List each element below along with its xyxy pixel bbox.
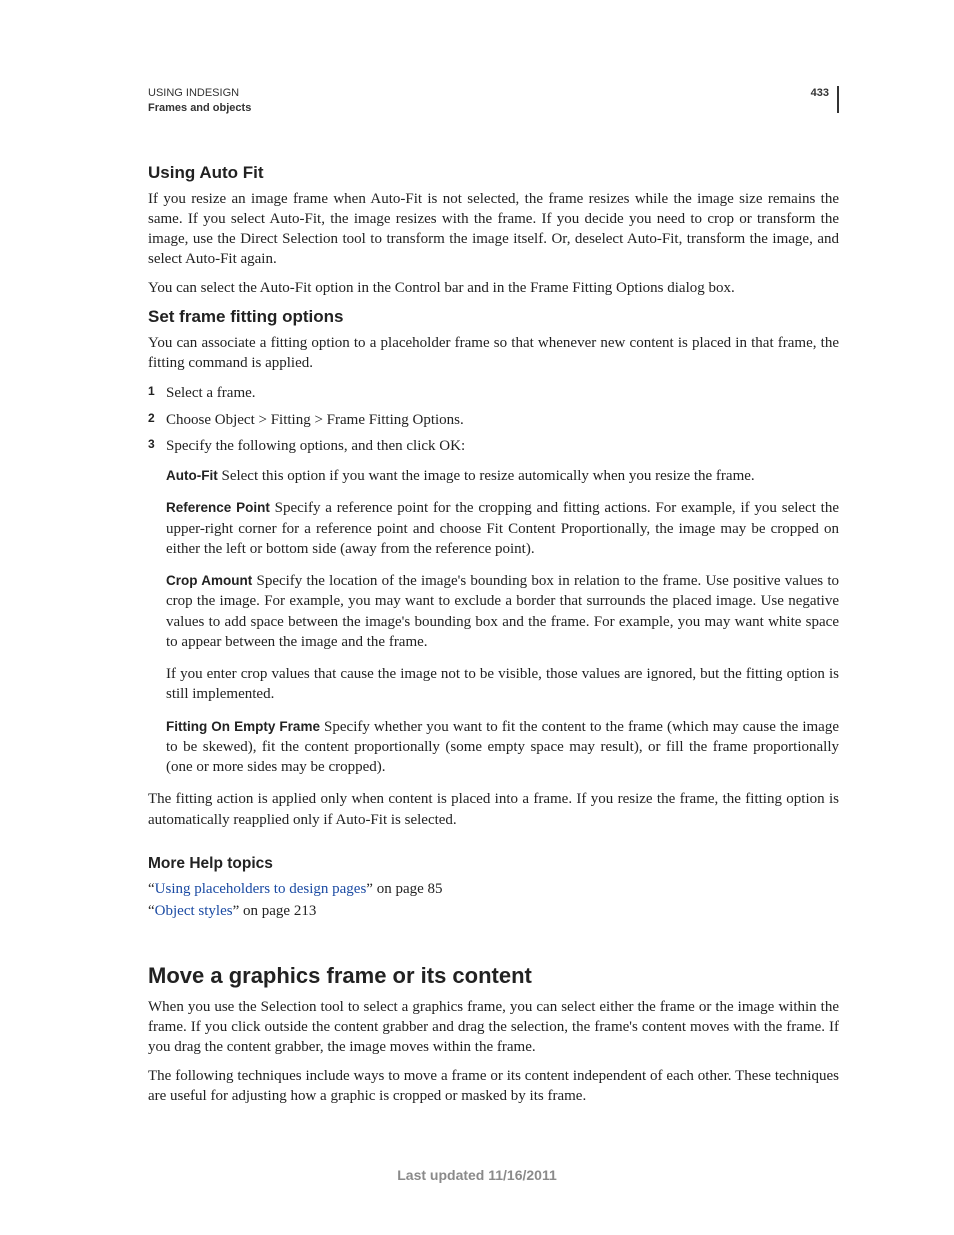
step-item: Select a frame.	[148, 383, 839, 403]
page-number: 433	[811, 86, 839, 113]
option-reference-point: Reference Point Specify a reference poin…	[166, 498, 839, 559]
heading-using-auto-fit: Using Auto Fit	[148, 162, 839, 185]
paragraph: You can select the Auto-Fit option in th…	[148, 278, 839, 298]
doc-title: USING INDESIGN	[148, 86, 251, 101]
paragraph: If you resize an image frame when Auto-F…	[148, 189, 839, 270]
heading-more-help: More Help topics	[148, 854, 839, 875]
term-label: Auto-Fit	[166, 468, 218, 483]
step-item: Specify the following options, and then …	[148, 436, 839, 456]
page: USING INDESIGN Frames and objects 433 Us…	[0, 0, 954, 1235]
body-content: Using Auto Fit If you resize an image fr…	[148, 162, 839, 1106]
help-link-line: “Using placeholders to design pages” on …	[148, 879, 839, 899]
paragraph: The following techniques include ways to…	[148, 1066, 839, 1107]
paragraph: You can associate a fitting option to a …	[148, 333, 839, 374]
options-block: Auto-Fit Select this option if you want …	[148, 466, 839, 777]
term-desc: Select this option if you want the image…	[218, 468, 755, 484]
paragraph: The fitting action is applied only when …	[148, 789, 839, 830]
step-text: Select a frame.	[166, 385, 256, 401]
steps-list: Select a frame. Choose Object > Fitting …	[148, 383, 839, 456]
heading-set-frame-fitting: Set frame fitting options	[148, 306, 839, 329]
running-header: USING INDESIGN Frames and objects 433	[148, 86, 839, 116]
step-text: Choose Object > Fitting > Frame Fitting …	[166, 412, 464, 428]
term-label: Crop Amount	[166, 573, 252, 588]
chapter-title: Frames and objects	[148, 101, 251, 116]
option-fitting-empty: Fitting On Empty Frame Specify whether y…	[166, 717, 839, 778]
footer-last-updated: Last updated 11/16/2011	[0, 1167, 954, 1183]
step-item: Choose Object > Fitting > Frame Fitting …	[148, 410, 839, 430]
more-help-topics: More Help topics “Using placeholders to …	[148, 854, 839, 921]
help-link-line: “Object styles” on page 213	[148, 901, 839, 921]
option-crop-note: If you enter crop values that cause the …	[166, 664, 839, 705]
heading-move-graphics-frame: Move a graphics frame or its content	[148, 961, 839, 991]
link-tail: on page 85	[373, 881, 443, 897]
option-crop-amount: Crop Amount Specify the location of the …	[166, 571, 839, 652]
link-tail: on page 213	[239, 903, 316, 919]
link-placeholders[interactable]: Using placeholders to design pages	[155, 881, 367, 897]
paragraph: When you use the Selection tool to selec…	[148, 997, 839, 1058]
option-auto-fit: Auto-Fit Select this option if you want …	[166, 466, 839, 486]
term-desc: Specify the location of the image's boun…	[166, 573, 839, 650]
term-label: Reference Point	[166, 500, 270, 515]
running-header-left: USING INDESIGN Frames and objects	[148, 86, 251, 116]
link-object-styles[interactable]: Object styles	[155, 903, 233, 919]
term-label: Fitting On Empty Frame	[166, 719, 320, 734]
quote-open: “	[148, 903, 155, 919]
step-text: Specify the following options, and then …	[166, 438, 465, 454]
quote-close: ”	[366, 881, 373, 897]
quote-open: “	[148, 881, 155, 897]
